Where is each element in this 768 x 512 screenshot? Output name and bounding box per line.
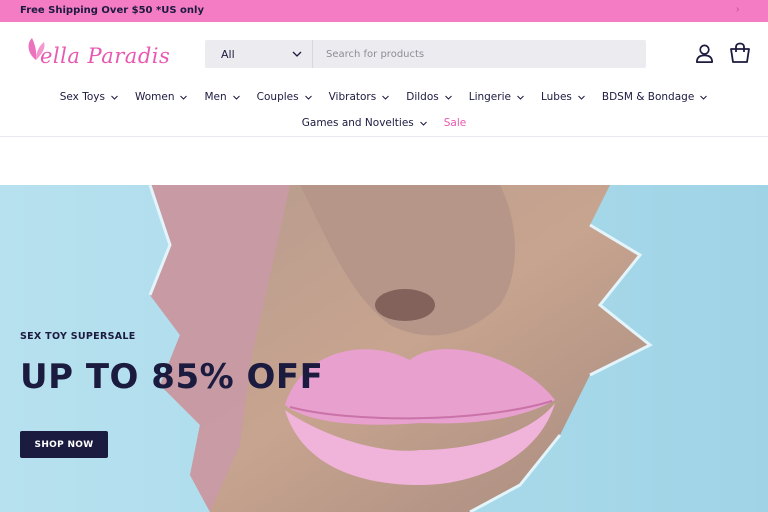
nav-item-lingerie[interactable]: Lingerie — [469, 89, 525, 105]
chevron-down-icon — [444, 95, 452, 100]
nav-item-label: Women — [134, 91, 175, 103]
search-category-select[interactable]: All — [205, 40, 313, 68]
chevron-down-icon — [578, 95, 585, 100]
hero-banner: SEX TOY SUPERSALE UP TO 85% OFF SHOP NOW — [0, 185, 768, 512]
nav-item-label: Lingerie — [468, 91, 511, 103]
search-category-value: All — [221, 48, 235, 61]
nav-item-couples[interactable]: Couples — [257, 89, 313, 105]
nav-item-label: Vibrators — [328, 91, 377, 103]
search-input[interactable] — [313, 40, 646, 68]
hero-image — [0, 185, 768, 512]
chevron-down-icon — [382, 95, 390, 100]
nav-item-label: Dildos — [406, 91, 439, 103]
logo-wordmark: ella Paradis — [40, 44, 171, 68]
chevron-down-icon — [292, 51, 302, 57]
chevron-down-icon — [700, 95, 708, 100]
nav-item-lubes[interactable]: Lubes — [541, 89, 586, 105]
site-logo[interactable]: ella Paradis — [22, 34, 170, 74]
nav-item-vibrators[interactable]: Vibrators — [329, 89, 391, 105]
nav-item-label: Couples — [256, 91, 299, 103]
chevron-down-icon — [419, 121, 427, 126]
nav-item-label: Sale — [443, 117, 467, 129]
nav-item-label: Games and Novelties — [301, 117, 414, 129]
chevron-down-icon — [180, 95, 188, 100]
nav-item-label: Lubes — [540, 91, 572, 103]
hero-eyebrow: SEX TOY SUPERSALE — [20, 331, 136, 342]
nav-item-sex-toys[interactable]: Sex Toys — [60, 89, 119, 105]
search-bar: All — [205, 40, 646, 68]
nav-item-label: BDSM & Bondage — [601, 91, 695, 103]
chevron-down-icon — [232, 95, 240, 100]
nav-item-sale[interactable]: Sale — [444, 115, 466, 131]
chevron-down-icon — [304, 95, 312, 100]
chevron-down-icon — [517, 95, 524, 100]
nav-item-games-novelties[interactable]: Games and Novelties — [302, 115, 428, 131]
nav-item-label: Sex Toys — [59, 91, 105, 103]
announcement-text: Free Shipping Over $50 *US only — [20, 5, 204, 16]
nav-item-men[interactable]: Men — [204, 89, 240, 105]
announcement-bar: Free Shipping Over $50 *US only › — [0, 0, 768, 22]
nav-item-label: Men — [204, 91, 227, 103]
main-nav: Sex Toys Women Men Couples Vibrators Dil… — [0, 89, 768, 105]
header-divider — [0, 136, 768, 137]
shop-now-button[interactable]: SHOP NOW — [20, 431, 108, 458]
nav-item-dildos[interactable]: Dildos — [406, 89, 452, 105]
chevron-down-icon — [111, 95, 118, 100]
main-nav-row-2: Games and Novelties Sale — [0, 115, 768, 131]
announcement-next-icon[interactable]: › — [736, 4, 739, 15]
user-icon[interactable] — [694, 43, 715, 64]
hero-heading: UP TO 85% OFF — [20, 357, 324, 397]
nav-item-bdsm-bondage[interactable]: BDSM & Bondage — [602, 89, 708, 105]
nav-item-women[interactable]: Women — [135, 89, 189, 105]
shopping-bag-icon[interactable] — [729, 42, 751, 64]
